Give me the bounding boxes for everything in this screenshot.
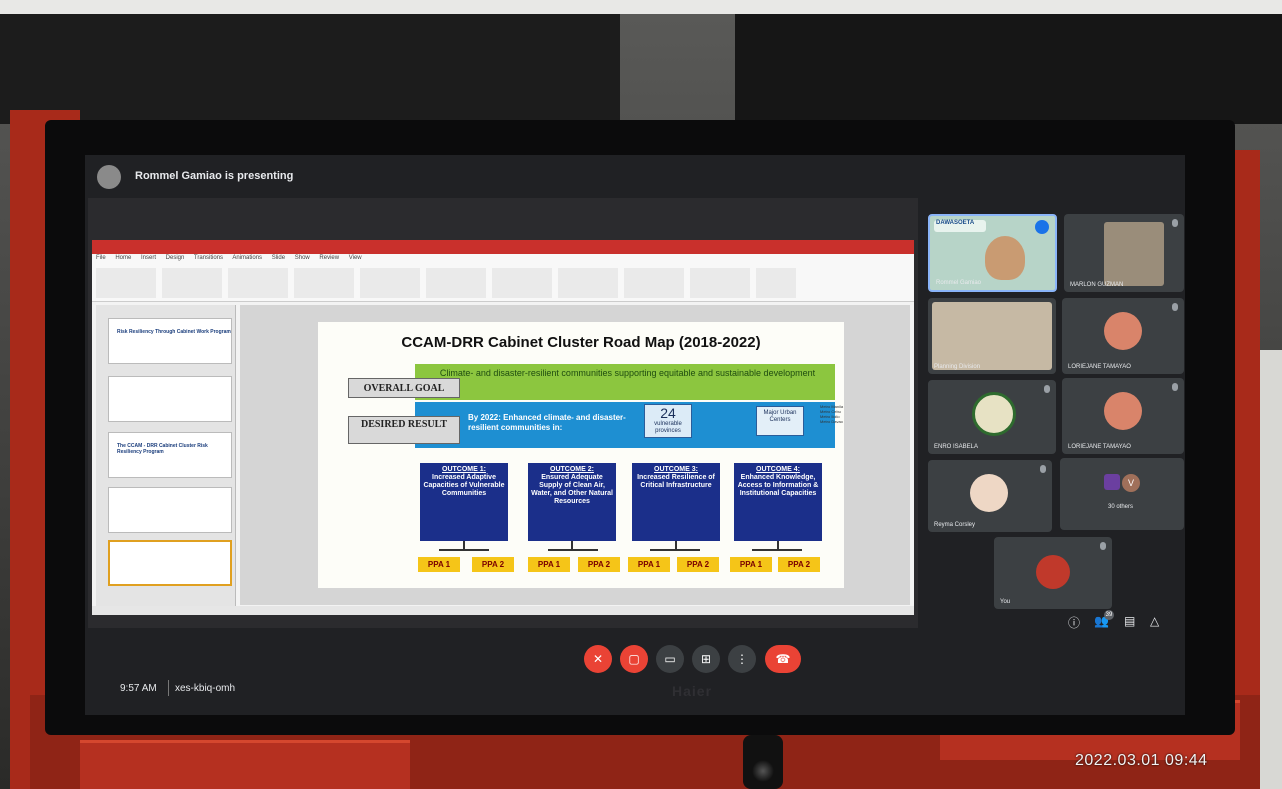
mic-muted-icon	[1172, 383, 1178, 391]
participant-video	[932, 302, 1052, 370]
ppa-box: PPA 1	[528, 557, 570, 572]
ppa-box: PPA 1	[628, 557, 670, 572]
provinces-number: 24	[660, 405, 676, 421]
participant-tile[interactable]: Planning Division	[928, 298, 1056, 374]
meeting-code: xes-kbiq-omh	[175, 683, 236, 694]
shelf-tray-left	[80, 740, 410, 789]
desired-result-label: DESIRED RESULT	[348, 416, 460, 444]
participant-tile[interactable]: LORIEJANE TAMAYAO	[1062, 378, 1184, 454]
ppa-box: PPA 2	[578, 557, 620, 572]
more-options-icon[interactable]: ⋮	[728, 645, 756, 673]
webcam-lens	[752, 760, 774, 782]
camera-off-icon[interactable]: ▢	[620, 645, 648, 673]
participant-tile[interactable]: ENRO ISABELA	[928, 380, 1056, 454]
result-text: By 2022: Enhanced climate- and disaster-…	[468, 413, 626, 432]
connector	[571, 541, 573, 549]
ribbon-tabs: File Home Insert Design Transitions Anim…	[96, 255, 362, 261]
participant-tile[interactable]: MARLON GUZMAN	[1064, 214, 1184, 292]
participant-name: Planning Division	[934, 364, 981, 370]
others-count: 30 others	[1108, 504, 1134, 510]
background-monitor-right	[735, 14, 1282, 124]
cities-list: Metro Manila Metro Cebu Metro Iloilo Met…	[820, 404, 843, 424]
captions-icon[interactable]: ▭	[656, 645, 684, 673]
ppa-box: PPA 2	[472, 557, 514, 572]
participant-avatar	[970, 474, 1008, 512]
city: Metro Davao	[820, 419, 843, 424]
participant-name: MARLON GUZMAN	[1070, 282, 1124, 288]
chat-icon[interactable]: ▤	[1124, 614, 1135, 628]
outcome-box: OUTCOME 2: Ensured Adequate Supply of Cl…	[528, 463, 616, 541]
participant-video	[1104, 222, 1164, 286]
connector	[463, 541, 465, 549]
other-participant-avatar	[1104, 474, 1120, 490]
ceiling-strip	[0, 0, 1282, 14]
participant-name: ENRO ISABELA	[934, 444, 979, 450]
background-monitor-left	[0, 14, 620, 124]
participant-avatar	[1104, 312, 1142, 350]
mic-muted-icon	[1100, 542, 1106, 550]
outcome-box: OUTCOME 3: Increased Resilience of Criti…	[632, 463, 720, 541]
participant-name: LORIEJANE TAMAYAO	[1068, 364, 1131, 370]
connector	[777, 541, 779, 549]
ribbon-groups	[96, 268, 796, 298]
provinces-box: 24 vulnerable provinces	[644, 404, 692, 438]
connector	[675, 541, 677, 549]
participant-tile[interactable]: DAWASOETA Rommel Gamiao	[928, 214, 1057, 292]
activities-icon[interactable]: △	[1150, 614, 1159, 628]
provinces-label: vulnerable provinces	[654, 421, 682, 434]
overall-goal-label: OVERALL GOAL	[348, 378, 460, 398]
presenting-banner: Rommel Gamiao is presenting	[135, 170, 294, 182]
connector	[548, 549, 598, 551]
slide-thumbnail: Risk Resiliency Through Cabinet Work Pro…	[108, 318, 232, 364]
participant-name: LORIEJANE TAMAYAO	[1068, 444, 1131, 450]
speaking-indicator-icon	[1035, 220, 1049, 234]
mic-muted-icon	[1044, 385, 1050, 393]
ppa-box: PPA 1	[730, 557, 772, 572]
slide-thumbnail	[108, 487, 232, 533]
hang-up-icon[interactable]: ☎	[765, 645, 801, 673]
urban-centers-box: Major Urban Centers	[756, 406, 804, 436]
ppa-box: PPA 2	[778, 557, 820, 572]
mic-muted-icon	[1172, 219, 1178, 227]
photo-timestamp: 2022.03.01 09:44	[1075, 752, 1208, 769]
connector	[650, 549, 700, 551]
present-icon[interactable]: ⊞	[692, 645, 720, 673]
powerpoint-titlebar	[92, 240, 914, 254]
mic-muted-icon	[1172, 303, 1178, 311]
other-participant-avatar: V	[1122, 474, 1140, 492]
people-count-badge: 39	[1104, 610, 1114, 620]
monitor-brand-logo: Haier	[672, 683, 713, 699]
self-tile[interactable]: You	[994, 537, 1112, 609]
slide-thumbnail-selected	[108, 540, 232, 586]
powerpoint-status-bar	[92, 606, 914, 615]
ppa-box: PPA 2	[677, 557, 719, 572]
participant-avatar	[972, 392, 1016, 436]
self-avatar	[1036, 555, 1070, 589]
info-separator	[168, 680, 169, 696]
org-banner: DAWASOETA	[934, 220, 986, 232]
goal-text: Climate- and disaster-resilient communit…	[439, 368, 816, 378]
participant-avatar	[1104, 392, 1142, 430]
participant-tile[interactable]: Reyma Corsley	[928, 460, 1052, 532]
participant-name: Reyma Corsley	[934, 522, 976, 528]
mic-muted-icon	[1040, 465, 1046, 473]
slide-title: CCAM-DRR Cabinet Cluster Road Map (2018-…	[401, 334, 761, 351]
outcome-box: OUTCOME 1: Increased Adaptive Capacities…	[420, 463, 508, 541]
ppa-box: PPA 1	[418, 557, 460, 572]
participant-name: You	[1000, 599, 1011, 605]
connector	[752, 549, 802, 551]
meeting-time: 9:57 AM	[120, 683, 157, 694]
connector	[439, 549, 489, 551]
others-tile[interactable]: V 30 others	[1060, 458, 1184, 530]
participant-video	[985, 236, 1025, 280]
presenter-avatar	[97, 165, 121, 189]
participant-name: Rommel Gamiao	[936, 280, 982, 286]
slide-thumbnail: The CCAM - DRR Cabinet Cluster Risk Resi…	[108, 432, 232, 478]
outcome-box: OUTCOME 4: Enhanced Knowledge, Access to…	[734, 463, 822, 541]
participant-tile[interactable]: LORIEJANE TAMAYAO	[1062, 298, 1184, 374]
mic-off-icon[interactable]: ✕	[584, 645, 612, 673]
info-icon[interactable]: ⓘ	[1068, 614, 1080, 631]
slide-thumbnail	[108, 376, 232, 422]
